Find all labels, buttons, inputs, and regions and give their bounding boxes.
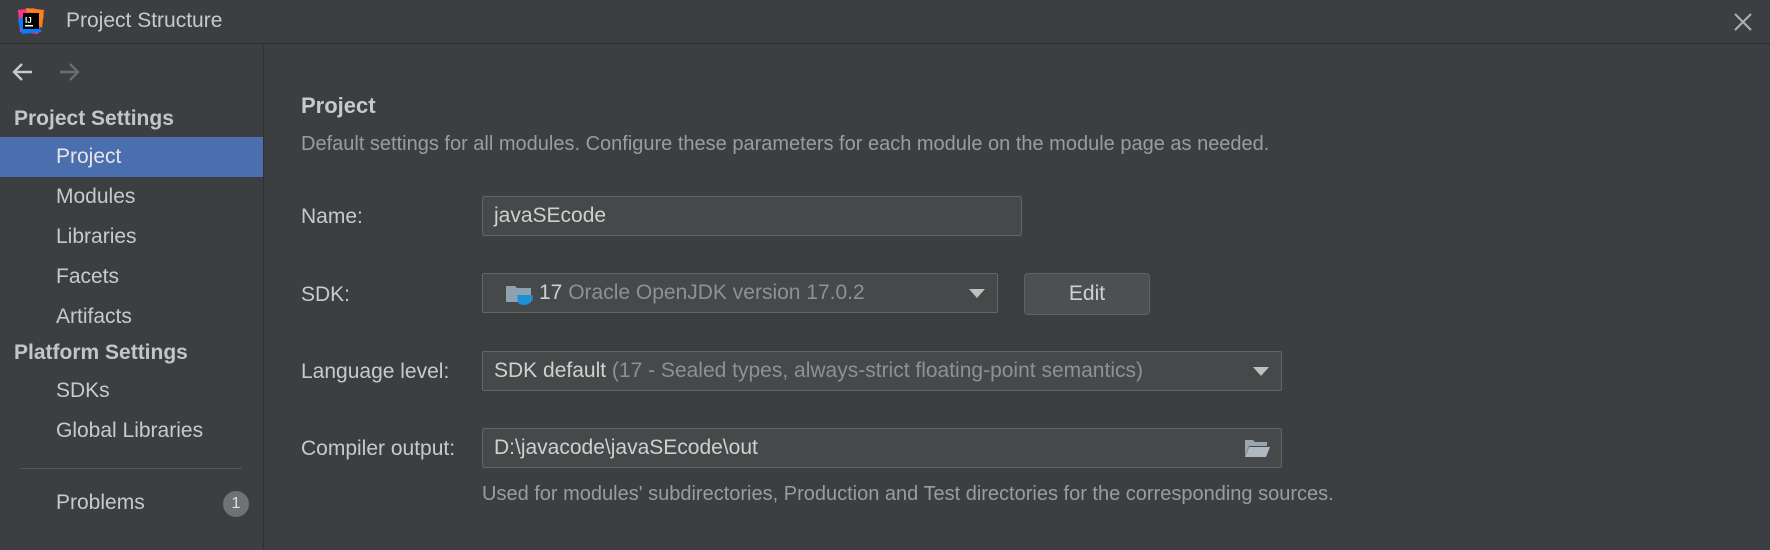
chevron-down-icon — [969, 289, 985, 298]
language-level-label: Language level: — [301, 360, 450, 383]
close-icon[interactable] — [1730, 9, 1756, 35]
sidebar-item-problems[interactable]: Problems 1 — [0, 483, 263, 523]
window-title: Project Structure — [66, 9, 223, 32]
page-title: Project — [301, 93, 376, 118]
main-panel: Project Default settings for all modules… — [264, 45, 1770, 550]
sidebar-item-label: Global Libraries — [56, 419, 204, 442]
sidebar-item-label: Artifacts — [56, 305, 132, 328]
compiler-output-input[interactable]: D:\javacode\javaSEcode\out — [482, 428, 1282, 468]
sidebar-item-global-libraries[interactable]: Global Libraries — [0, 411, 263, 451]
arrow-left-icon[interactable] — [10, 59, 36, 85]
sidebar: Project Settings Project Modules Librari… — [0, 45, 264, 550]
jdk-folder-icon — [506, 286, 533, 305]
sidebar-item-sdks[interactable]: SDKs — [0, 371, 263, 411]
page-description: Default settings for all modules. Config… — [301, 133, 1270, 155]
sidebar-divider — [20, 468, 242, 469]
sidebar-item-label: Modules — [56, 185, 136, 208]
sidebar-item-project[interactable]: Project — [0, 137, 263, 177]
sidebar-item-modules[interactable]: Modules — [0, 177, 263, 217]
language-level-detail: (17 - Sealed types, always-strict floati… — [611, 359, 1143, 382]
edit-sdk-button[interactable]: Edit — [1024, 273, 1150, 315]
sidebar-item-label: Problems — [56, 491, 145, 514]
sidebar-item-label: Facets — [56, 265, 120, 288]
sidebar-item-label: Project — [56, 145, 122, 168]
arrow-right-icon[interactable] — [56, 59, 82, 85]
title-bar: IJ Project Structure — [0, 0, 1770, 44]
sdk-version: 17 — [539, 281, 563, 304]
sdk-select[interactable]: 17 Oracle OpenJDK version 17.0.2 — [482, 273, 998, 313]
sidebar-item-label: SDKs — [56, 379, 110, 402]
compiler-output-value: D:\javacode\javaSEcode\out — [494, 436, 758, 459]
chevron-down-icon — [1253, 367, 1269, 376]
intellij-logo-icon: IJ — [18, 8, 44, 34]
problems-count-badge: 1 — [223, 491, 249, 517]
folder-open-icon[interactable] — [1243, 437, 1271, 459]
sidebar-item-facets[interactable]: Facets — [0, 257, 263, 297]
project-name-input[interactable]: javaSEcode — [482, 196, 1022, 236]
sidebar-item-artifacts[interactable]: Artifacts — [0, 297, 263, 337]
name-label: Name: — [301, 205, 363, 228]
platform-settings-header: Platform Settings — [14, 341, 188, 364]
sidebar-item-libraries[interactable]: Libraries — [0, 217, 263, 257]
sdk-detail: Oracle OpenJDK version 17.0.2 — [568, 281, 865, 304]
language-level-select[interactable]: SDK default (17 - Sealed types, always-s… — [482, 351, 1282, 391]
sdk-label: SDK: — [301, 283, 351, 306]
svg-text:IJ: IJ — [25, 16, 32, 25]
sidebar-item-label: Libraries — [56, 225, 137, 248]
project-settings-header: Project Settings — [14, 107, 174, 130]
compiler-output-label: Compiler output: — [301, 437, 456, 460]
language-level-value: SDK default — [494, 359, 607, 382]
compiler-output-hint: Used for modules' subdirectories, Produc… — [482, 483, 1334, 505]
